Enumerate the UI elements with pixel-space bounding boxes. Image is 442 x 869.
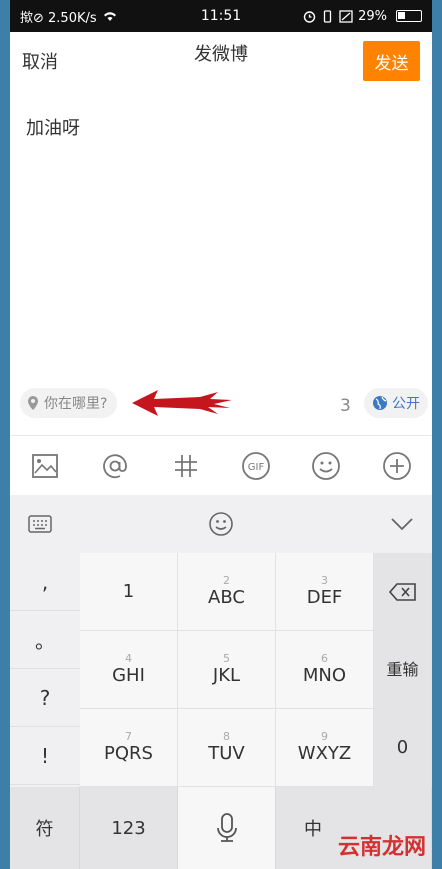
symbols-key[interactable]: 符: [10, 787, 80, 869]
punct-comma-key[interactable]: ,: [10, 553, 80, 611]
location-label: 你在哪里?: [44, 396, 108, 412]
hashtag-icon[interactable]: [168, 448, 204, 484]
key-8[interactable]: 8 TUV: [178, 709, 276, 787]
location-pin-icon: [28, 396, 38, 410]
char-count: 3: [340, 396, 351, 416]
chevron-down-icon[interactable]: [390, 517, 414, 531]
key-2[interactable]: 2 ABC: [178, 553, 276, 631]
key-4[interactable]: 4 GHI: [80, 631, 178, 709]
add-icon[interactable]: [379, 448, 415, 484]
keyboard-icon[interactable]: [28, 515, 52, 533]
red-arrow-annotation: [132, 390, 232, 416]
punct-exclaim-key[interactable]: !: [10, 727, 80, 785]
key-0[interactable]: 0: [374, 709, 432, 787]
punct-question-key[interactable]: ?: [10, 669, 80, 727]
send-button[interactable]: 发送: [363, 41, 420, 81]
reenter-key[interactable]: 重输: [374, 631, 432, 709]
phone-screen: 揿⊘ 2.50K/s 11:51 29% 取消 发微博 发送 加油呀 你在哪里?…: [10, 0, 432, 869]
visibility-button[interactable]: 公开: [364, 388, 428, 418]
visibility-label: 公开: [392, 396, 420, 412]
compose-area[interactable]: 加油呀 你在哪里? 3 公开: [10, 90, 432, 435]
status-time: 11:51: [200, 8, 242, 24]
status-bar: 揿⊘ 2.50K/s 11:51 29%: [10, 0, 432, 32]
nav-bar: 取消 发微博 发送: [10, 32, 432, 90]
svg-text:GIF: GIF: [248, 462, 265, 473]
punct-period-key[interactable]: 。: [10, 611, 80, 669]
backspace-icon: [388, 582, 416, 601]
keyboard-emoji-icon[interactable]: [208, 511, 234, 537]
battery-icon: [396, 10, 422, 22]
key-5[interactable]: 5 JKL: [178, 631, 276, 709]
numeric-key[interactable]: 123: [80, 787, 178, 869]
voice-key[interactable]: [178, 787, 276, 869]
key-9[interactable]: 9 WXYZ: [276, 709, 374, 787]
key-6[interactable]: 6 MNO: [276, 631, 374, 709]
key-3[interactable]: 3 DEF: [276, 553, 374, 631]
t9-keyboard: , 。 ? ! 1 2 ABC 3 DEF 4 GHI 5 JKL 6 MNO …: [10, 553, 432, 869]
location-button[interactable]: 你在哪里?: [20, 388, 118, 418]
cancel-button[interactable]: 取消: [22, 48, 58, 74]
punctuation-column: , 。 ? !: [10, 553, 80, 788]
microphone-icon: [216, 813, 237, 842]
key-7[interactable]: 7 PQRS: [80, 709, 178, 787]
backspace-key[interactable]: [374, 553, 432, 631]
keyboard-toolbar: [10, 495, 432, 553]
key-1[interactable]: 1: [80, 553, 178, 631]
at-icon[interactable]: [97, 448, 133, 484]
image-icon[interactable]: [27, 448, 63, 484]
compose-toolbar: GIF: [10, 435, 432, 495]
gif-icon[interactable]: GIF: [238, 448, 274, 484]
globe-icon: [373, 396, 387, 410]
watermark: 云南龙网: [337, 834, 426, 860]
compose-text[interactable]: 加油呀: [26, 114, 80, 140]
emoji-icon[interactable]: [308, 448, 344, 484]
